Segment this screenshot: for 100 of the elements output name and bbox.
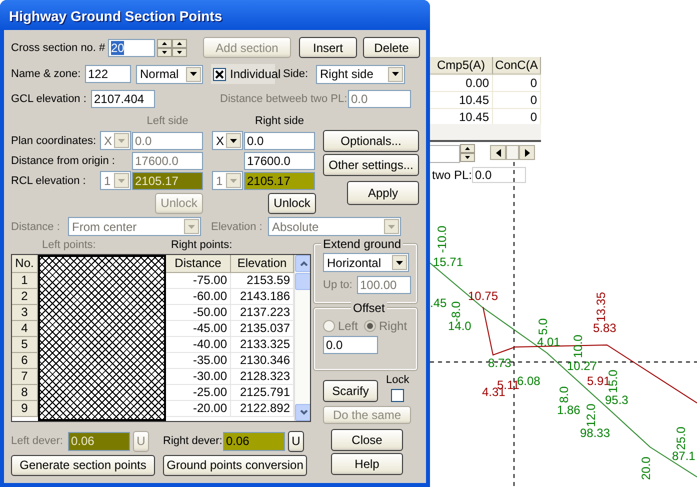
name-field[interactable]: 122 <box>85 65 131 83</box>
dropdown-arrow-icon <box>230 178 237 182</box>
row-number-cell: 3 <box>12 305 38 321</box>
settings-button[interactable]: Apply <box>347 181 419 205</box>
field-label: RCL elevation : <box>11 174 87 186</box>
unlock-button[interactable]: Unlock <box>268 192 316 214</box>
dimension-label: 1.86 <box>557 403 580 417</box>
extend-select[interactable]: Horizontal <box>323 253 409 272</box>
column-heading: Right side <box>254 115 305 127</box>
toolbar-button[interactable]: Insert <box>299 37 357 58</box>
dropdown-arrow-icon <box>188 224 195 228</box>
table-cell: -45.00 <box>166 321 231 337</box>
field-label: Right dever: <box>163 435 223 447</box>
dimension-label: 87.1 <box>672 449 696 463</box>
scrollbar-thumb[interactable] <box>295 273 310 290</box>
settings-button[interactable]: Other settings... <box>323 154 419 176</box>
dialog-button[interactable]: Help <box>331 453 403 475</box>
up-arrow-icon <box>177 42 182 44</box>
dimension-label: -8.0 <box>449 301 463 322</box>
elevation-field[interactable]: 2107.404 <box>91 90 155 108</box>
right-arrow-icon <box>524 148 530 156</box>
field-label: Cross section no. # <box>11 42 106 54</box>
field-label: Up to: <box>323 279 354 291</box>
action-button[interactable]: Ground points conversion <box>163 454 307 476</box>
row-number-cell: 8 <box>12 385 38 401</box>
down-arrow-icon <box>465 156 470 159</box>
field-label: Distance from origin : <box>11 154 116 166</box>
axis-select[interactable]: X <box>212 131 243 150</box>
dimension-label: 10.0 <box>571 334 585 358</box>
field-label: Left points: <box>42 239 97 251</box>
input-field[interactable] <box>430 145 460 163</box>
individual-checkbox[interactable] <box>213 68 226 80</box>
group-title: Offset <box>351 301 387 315</box>
column-header: Distance <box>166 255 231 273</box>
action-button[interactable]: Generate section points <box>11 454 155 476</box>
group-title: Extend ground <box>321 237 404 251</box>
lock-checkbox[interactable] <box>391 389 404 402</box>
row-number-cell: 1 <box>12 273 38 289</box>
coordinate-field[interactable]: 0.0 <box>244 132 315 150</box>
dimension-label: 10.27 <box>567 359 598 373</box>
field-label: Plan coordinates: <box>11 134 97 146</box>
field-label: Name & zone: <box>11 68 82 80</box>
input-field[interactable]: 20 <box>108 38 155 56</box>
spin-up-button[interactable] <box>460 144 475 153</box>
zone-select[interactable]: Normal <box>136 64 203 84</box>
dimension-label: 8.0 <box>557 386 571 403</box>
dimension-label: -10.0 <box>435 226 449 253</box>
checkbox-label: Individual <box>230 67 281 81</box>
column-header: Cmp5(A) <box>430 57 493 75</box>
table-cell: -20.00 <box>166 401 231 417</box>
input-field[interactable]: 0.0 <box>472 167 526 183</box>
row-number-cell: 7 <box>12 369 38 385</box>
checkbox-label: Lock <box>386 374 410 386</box>
dimension-label: 10.75 <box>468 289 498 303</box>
table-cell: -35.00 <box>166 353 231 369</box>
settings-button[interactable]: Optionals... <box>323 130 419 152</box>
down-arrow-icon <box>177 50 182 54</box>
window-title: Highway Ground Section Points <box>0 0 430 30</box>
up-chevron-icon <box>300 261 308 266</box>
table-cell: -60.00 <box>166 289 231 305</box>
dimension-label: 13.35 <box>594 292 608 322</box>
dimension-label: 5.83 <box>593 321 616 335</box>
scrollbar-thumb[interactable] <box>506 145 519 160</box>
table-cell: 0 <box>493 75 541 92</box>
dimension-label: 5.91 <box>587 374 610 388</box>
dropdown-arrow-icon <box>118 178 125 182</box>
dropdown-arrow-icon <box>190 72 197 76</box>
dever-field[interactable]: 0.06 <box>223 432 285 450</box>
table-cell: -25.00 <box>166 385 231 401</box>
scroll-up-button[interactable] <box>295 255 310 272</box>
dimension-label: 8.73 <box>488 356 512 370</box>
dropdown-arrow-icon <box>392 72 399 76</box>
scroll-down-button[interactable] <box>295 404 310 421</box>
unit-button[interactable]: U <box>288 430 304 452</box>
row-number-cell: 9 <box>12 401 38 417</box>
field-label: Side: <box>283 68 310 80</box>
scroll-left-button[interactable] <box>490 145 506 160</box>
field-label: two PL: <box>432 168 472 182</box>
spin-up-button[interactable] <box>157 38 172 48</box>
dropdown-arrow-icon <box>388 224 395 228</box>
elevation-field[interactable]: 2105.17 <box>244 172 315 190</box>
scroll-right-button[interactable] <box>519 145 535 160</box>
row-number-cell: 5 <box>12 337 38 353</box>
spin-up-button[interactable] <box>172 38 187 48</box>
dimension-label: 15.71 <box>433 255 464 269</box>
dropdown-arrow-icon <box>230 138 237 142</box>
dialog-button[interactable]: Close <box>331 429 403 451</box>
field-label: Distance : <box>11 220 61 232</box>
field-label: Left dever: <box>11 435 64 447</box>
dimension-label: 25.0 <box>674 426 688 450</box>
down-chevron-icon <box>300 410 308 415</box>
dimension-label: 6.08 <box>517 374 540 388</box>
scarify-button[interactable]: Scarify <box>323 380 378 402</box>
dimension-label: 95.3 <box>605 393 628 407</box>
up-arrow-icon <box>162 42 167 44</box>
spin-down-button[interactable] <box>460 153 475 162</box>
distance-field[interactable]: 17600.0 <box>244 152 315 170</box>
side-select[interactable]: Right side <box>316 64 405 84</box>
row-number-cell: 4 <box>12 321 38 337</box>
toolbar-button[interactable]: Delete <box>363 37 420 58</box>
